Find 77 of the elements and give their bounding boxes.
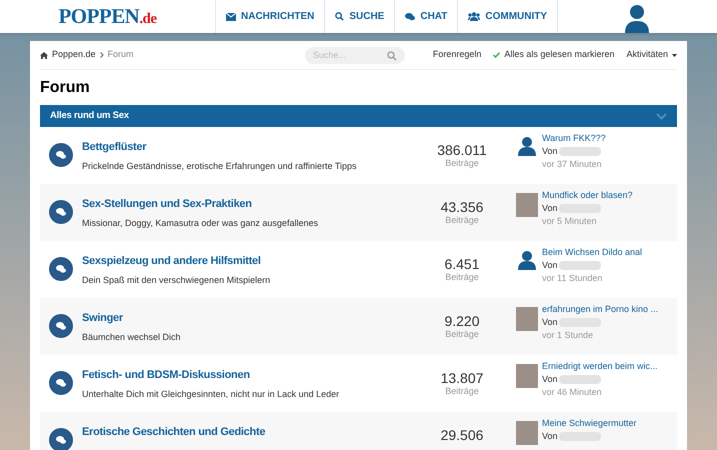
author-prefix: Von bbox=[542, 146, 558, 157]
photo-placeholder bbox=[516, 193, 538, 217]
breadcrumb-link[interactable]: Forum bbox=[108, 48, 134, 62]
last-post-link[interactable]: erfahrungen im Porno kino ... bbox=[542, 304, 677, 315]
post-count: 29.506 bbox=[440, 428, 484, 442]
chat-bubbles-icon bbox=[405, 12, 416, 20]
chat-bubbles-icon bbox=[49, 200, 73, 224]
last-post-link[interactable]: Mundfick oder blasen? bbox=[542, 190, 677, 201]
post-count-label: Beiträge bbox=[445, 271, 479, 284]
post-count-label: Beiträge bbox=[445, 385, 479, 398]
nav-link[interactable]: SUCHE bbox=[325, 0, 396, 33]
last-post-link[interactable]: Warum FKK??? bbox=[542, 133, 677, 144]
post-count: 6.451 bbox=[444, 257, 480, 271]
site-logo[interactable]: POPPEN.de bbox=[58, 0, 157, 32]
page-title: Forum bbox=[40, 78, 91, 98]
chat-bubbles-icon bbox=[49, 314, 73, 338]
forum-description: Unterhalte Dich mit Gleichgesinnten, nicht nur in Lack und Leder bbox=[82, 388, 340, 401]
home-icon bbox=[40, 52, 48, 58]
nav-link[interactable]: NACHRICHTEN bbox=[216, 0, 326, 33]
user-silhouette-icon bbox=[517, 136, 537, 156]
forum-title[interactable]: Sex-Stellungen und Sex-Praktiken bbox=[82, 196, 412, 212]
envelope-icon bbox=[226, 12, 236, 20]
last-post-link[interactable]: Meine Schwiegermutter bbox=[542, 418, 677, 429]
chat-bubbles-icon bbox=[49, 257, 73, 281]
section-title: Alles rund um Sex bbox=[50, 108, 129, 123]
chevron-down-icon bbox=[656, 112, 667, 120]
chat-bubbles-icon bbox=[49, 143, 73, 167]
post-time: vor 37 Minuten bbox=[542, 159, 603, 170]
forum-description: Dein Spaß mit den verschwiegenen Mitspielern bbox=[82, 274, 272, 287]
forum-title[interactable]: Erotische Geschichten und Gedichte bbox=[82, 424, 412, 440]
user-avatar-icon[interactable] bbox=[623, 3, 651, 33]
author-prefix: Von bbox=[542, 203, 558, 214]
post-count-label: Beiträge bbox=[445, 328, 479, 341]
author-prefix: Von bbox=[542, 374, 558, 385]
breadcrumb-link[interactable]: Poppen.de bbox=[52, 48, 96, 62]
forum-description: Bäumchen wechsel Dich bbox=[82, 330, 182, 344]
forum-title[interactable]: Swinger bbox=[82, 310, 412, 326]
section-header[interactable]: Alles rund um Sex bbox=[40, 105, 677, 127]
last-post-link[interactable]: Beim Wichsen Dildo anal bbox=[542, 247, 677, 258]
post-time: vor 5 Minuten bbox=[542, 216, 598, 227]
user-silhouette-icon bbox=[517, 250, 537, 270]
dropdown-button[interactable]: Aktivitäten bbox=[626, 48, 677, 62]
post-time: vor 46 Minuten bbox=[542, 387, 603, 398]
forum-description: Missionar, Doggy, Kamasutra oder was ganz ausgefallenes bbox=[82, 216, 319, 230]
users-icon bbox=[468, 12, 480, 21]
forum-title[interactable]: Sexspielzeug und andere Hilfsmittel bbox=[82, 253, 412, 270]
post-count-label: Beiträge bbox=[445, 157, 479, 170]
blurred-username bbox=[558, 147, 601, 156]
blurred-username bbox=[558, 261, 601, 270]
post-count: 43.356 bbox=[440, 200, 484, 214]
toolbar-link[interactable]: Alles als gelesen markieren bbox=[493, 48, 614, 62]
forum-description: Prickelnde Geständnisse, erotische Erfahrungen und raffinierte Tipps bbox=[82, 160, 358, 173]
author-prefix: Von bbox=[542, 431, 558, 442]
last-post-link[interactable]: Erniedrigt werden beim wic... bbox=[542, 361, 677, 372]
photo-placeholder bbox=[516, 421, 538, 445]
nav-link[interactable]: CHAT bbox=[395, 0, 458, 33]
photo-placeholder bbox=[516, 307, 538, 331]
toolbar-link[interactable]: Forenregeln bbox=[432, 48, 482, 62]
search-icon bbox=[386, 50, 397, 60]
forum-title[interactable]: Bettgeflüster bbox=[82, 139, 412, 156]
photo-placeholder bbox=[516, 364, 538, 388]
blurred-username bbox=[558, 375, 601, 384]
post-count-label: Beiträge bbox=[445, 214, 479, 227]
search-icon bbox=[335, 12, 344, 21]
nav-link[interactable]: COMMUNITY bbox=[458, 0, 558, 33]
post-time: vor 11 Stunden bbox=[542, 273, 604, 284]
post-count: 9.220 bbox=[444, 314, 480, 328]
post-count: 386.011 bbox=[437, 143, 487, 157]
forum-title[interactable]: Fetisch- und BDSM-Diskussionen bbox=[82, 367, 412, 384]
post-time: vor 1 Stunde bbox=[542, 330, 594, 341]
author-prefix: Von bbox=[542, 260, 558, 271]
checkmark-icon bbox=[493, 52, 500, 58]
chevron-right-icon bbox=[100, 52, 104, 58]
post-count: 13.807 bbox=[440, 371, 484, 385]
caret-icon bbox=[672, 54, 677, 56]
chat-bubbles-icon bbox=[49, 371, 73, 395]
author-prefix: Von bbox=[542, 317, 558, 328]
